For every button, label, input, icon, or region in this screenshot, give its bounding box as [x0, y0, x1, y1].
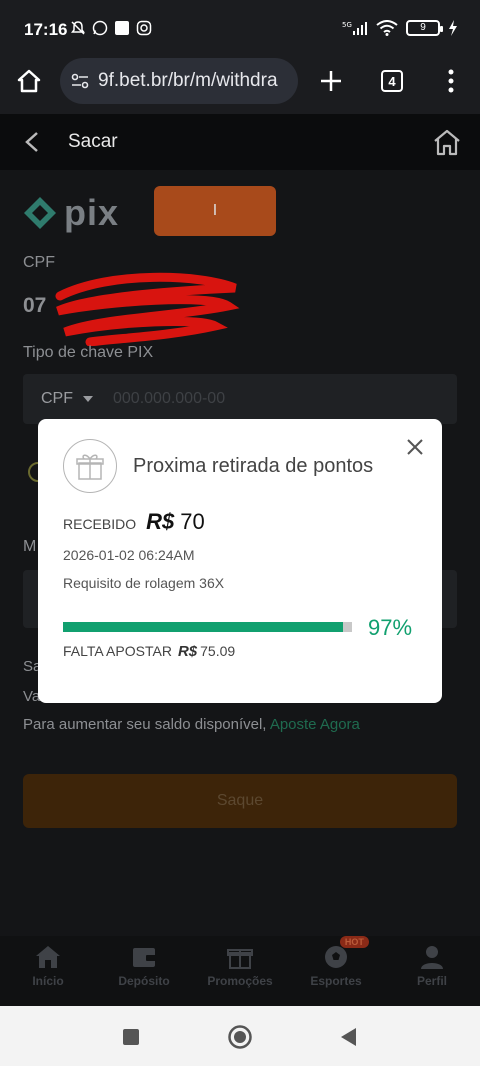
status-bar: 17:16 5G 9: [0, 0, 480, 58]
dropdown-caret-icon[interactable]: [83, 396, 93, 402]
progress-percent: 97%: [368, 615, 413, 640]
home-button-icon[interactable]: [227, 1024, 253, 1050]
url-text: 9f.bet.br/br/m/withdra: [98, 70, 278, 91]
nav-label-esportes: Esportes: [310, 974, 362, 988]
modal-title: Proxima retirada de pontos: [133, 455, 374, 477]
remaining-label: FALTA APOSTAR: [63, 643, 172, 659]
nav-item-promocoes[interactable]: Promoções: [192, 936, 288, 1006]
new-tab-icon[interactable]: [314, 64, 348, 98]
notification-icons: [70, 20, 152, 36]
svg-text:5G: 5G: [342, 21, 352, 29]
redaction-scribble: [55, 272, 240, 346]
remaining-amount: 75.09: [200, 643, 236, 659]
hot-badge: HOT: [339, 936, 369, 948]
tab-count: 4: [381, 70, 403, 92]
remaining-row: FALTA APOSTAR R$ 75.09: [63, 643, 235, 660]
points-withdrawal-modal: Proxima retirada de pontos RECEBIDO R$ 7…: [38, 419, 442, 703]
browser-toolbar: 9f.bet.br/br/m/withdra 4: [0, 58, 480, 114]
tab-switcher-button[interactable]: 4: [375, 64, 409, 98]
currency-symbol: R$: [177, 643, 198, 660]
nav-label-promocoes: Promoções: [207, 974, 273, 988]
pix-key-input[interactable]: 000.000.000-00: [113, 390, 225, 408]
pix-key-type-select[interactable]: CPF: [41, 390, 73, 408]
bet-now-link[interactable]: Aposte Agora: [270, 716, 360, 733]
rollover-progress-fill: [63, 622, 344, 632]
browser-menu-icon[interactable]: [434, 64, 468, 98]
pix-logo-text: pix: [64, 192, 120, 233]
pix-method-button[interactable]: I: [154, 186, 276, 236]
gift-icon: [76, 454, 104, 480]
withdraw-button[interactable]: Saque: [23, 774, 457, 828]
wifi-icon: [376, 20, 398, 36]
cpf-value: 07: [23, 294, 47, 317]
received-label: RECEBIDO: [63, 516, 137, 532]
instagram-icon: [136, 20, 152, 36]
home-icon: [36, 946, 60, 968]
nav-label-deposito: Depósito: [118, 974, 170, 988]
close-icon[interactable]: [401, 433, 429, 461]
person-icon: [421, 946, 443, 969]
nav-item-inicio[interactable]: Início: [0, 936, 96, 1006]
pix-diamond-icon: [24, 197, 56, 229]
gift-icon: [227, 949, 253, 969]
mute-bell-icon: [71, 21, 85, 35]
system-navigation-bar: [0, 1006, 480, 1066]
pix-key-row: CPF 000.000.000-00: [23, 374, 457, 424]
whatsapp-icon: [92, 20, 108, 36]
gift-badge: [63, 439, 117, 493]
received-amount: 70: [180, 509, 205, 534]
battery-icon: 9: [406, 20, 443, 36]
nav-item-esportes[interactable]: HOT Esportes: [288, 936, 384, 1006]
bottom-nav: Início Depósito Promoções HOT Esportes P…: [0, 936, 480, 1006]
system-indicators: 5G 9: [342, 20, 458, 36]
increase-balance-text: Para aumentar seu saldo disponível, Apos…: [23, 716, 360, 733]
app-header: Sacar: [0, 114, 480, 170]
home-icon[interactable]: [432, 128, 462, 156]
address-bar[interactable]: 9f.bet.br/br/m/withdra: [60, 58, 298, 104]
received-row: RECEBIDO R$ 70: [63, 509, 205, 535]
currency-symbol: R$: [146, 509, 175, 534]
rollover-requirement: Requisito de rolagem 36X: [63, 575, 225, 591]
recent-apps-icon[interactable]: [118, 1024, 144, 1050]
status-time: 17:16: [24, 20, 68, 39]
nav-item-perfil[interactable]: Perfil: [384, 936, 480, 1006]
wallet-icon: [133, 948, 156, 967]
amount-label: M: [23, 538, 37, 555]
charging-icon: [449, 20, 457, 36]
pix-key-type-label: Tipo de chave PIX: [23, 344, 154, 361]
rollover-progress-bar: [63, 622, 352, 632]
nav-item-deposito[interactable]: Depósito: [96, 936, 192, 1006]
received-date: 2026-01-02 06:24AM: [63, 547, 195, 563]
site-settings-icon[interactable]: [70, 71, 90, 91]
back-arrow-icon[interactable]: [24, 131, 40, 153]
back-button-icon[interactable]: [336, 1024, 362, 1050]
browser-home-icon[interactable]: [12, 64, 46, 98]
app-square-icon: [115, 21, 129, 35]
signal-5g-icon: 5G: [342, 21, 367, 35]
nav-label-inicio: Início: [32, 974, 64, 988]
page-title: Sacar: [68, 131, 118, 152]
pix-logo: pix: [22, 192, 119, 234]
increase-balance-label: Para aumentar seu saldo disponível,: [23, 716, 267, 733]
nav-label-perfil: Perfil: [416, 974, 447, 988]
